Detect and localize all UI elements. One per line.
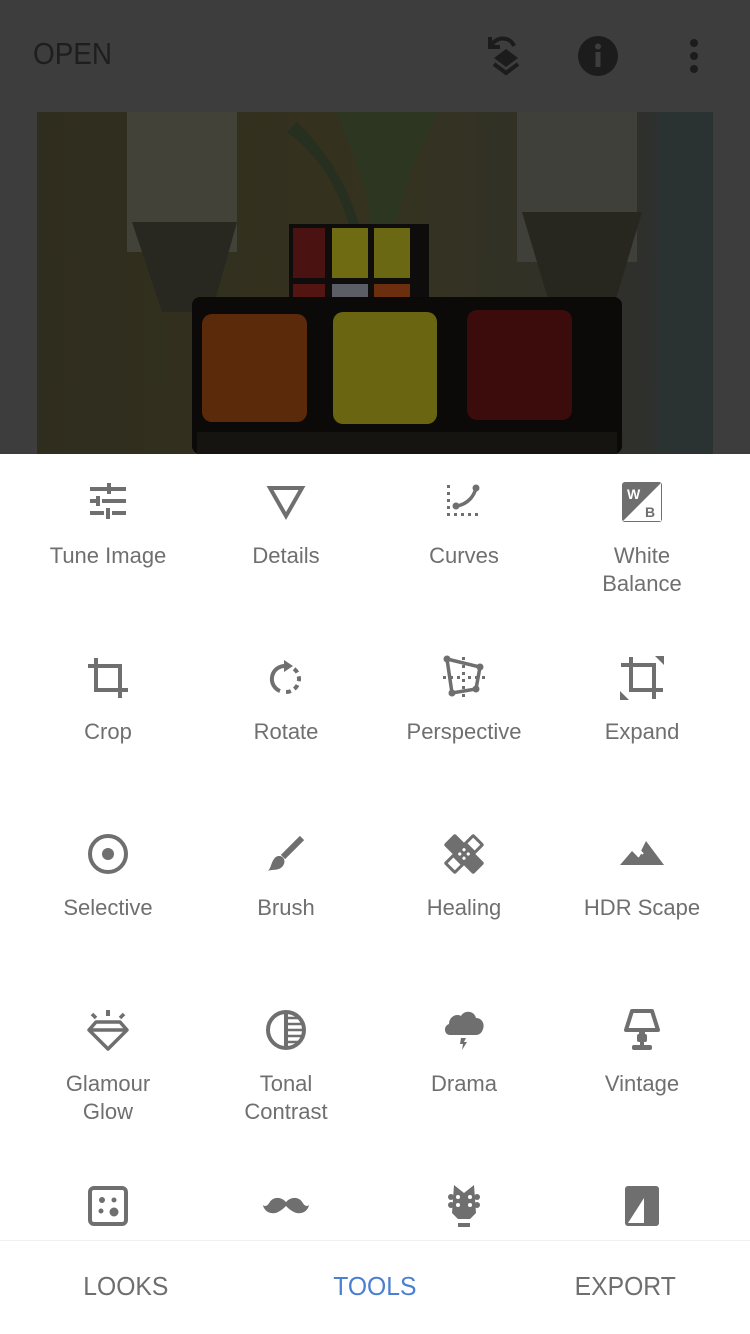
expand-icon <box>620 656 664 700</box>
tune-sliders-icon <box>90 483 126 519</box>
photo-content <box>37 112 713 454</box>
tab-looks[interactable]: LOOKS <box>83 1271 168 1302</box>
drama-cloud-icon <box>444 1011 484 1050</box>
tool-crop[interactable]: Crop <box>19 654 197 746</box>
tool-selective[interactable]: Selective <box>19 830 197 922</box>
tool-healing[interactable]: Healing <box>375 830 553 922</box>
tool-grainy-film[interactable] <box>19 1182 197 1230</box>
black-white-icon <box>625 1186 659 1226</box>
tool-label: White Balance <box>602 543 682 596</box>
tab-tools[interactable]: TOOLS <box>333 1271 416 1302</box>
glamour-diamond-icon <box>87 1010 129 1051</box>
retrolux-mustache-icon <box>262 1197 310 1214</box>
tool-tune-image[interactable]: Tune Image <box>19 478 197 570</box>
tool-vintage[interactable]: Vintage <box>553 1006 731 1098</box>
tool-label: Healing <box>426 895 502 920</box>
tool-label: Rotate <box>253 719 319 744</box>
tool-glamour-glow[interactable]: Glamour Glow <box>19 1006 197 1126</box>
tool-expand[interactable]: Expand <box>553 654 731 746</box>
details-triangle-icon <box>266 486 306 521</box>
tool-black-white[interactable] <box>553 1182 731 1230</box>
tool-label: Glamour Glow <box>65 1071 151 1124</box>
open-button[interactable]: OPEN <box>33 36 112 72</box>
tools-grid: Tune Image Details Curves W B White Bala… <box>0 454 750 1240</box>
tool-curves[interactable]: Curves <box>375 478 553 570</box>
grainy-film-icon <box>88 1186 128 1226</box>
photo-image[interactable] <box>37 112 713 454</box>
tool-drama[interactable]: Drama <box>375 1006 553 1098</box>
tool-label: Expand <box>604 719 680 744</box>
tool-white-balance[interactable]: W B White Balance <box>553 478 731 598</box>
undo-layers-button[interactable] <box>474 28 530 84</box>
bottom-nav: LOOKS TOOLS EXPORT <box>0 1240 750 1334</box>
brush-icon <box>268 835 305 871</box>
tool-label: Drama <box>430 1071 497 1096</box>
tool-details[interactable]: Details <box>197 478 375 570</box>
tool-label: Tune Image <box>49 543 167 568</box>
more-options-button[interactable] <box>666 28 722 84</box>
tab-export[interactable]: EXPORT <box>575 1271 676 1302</box>
rotate-icon <box>269 660 302 694</box>
undo-layers-icon <box>488 36 520 76</box>
tool-label: Tonal Contrast <box>244 1071 328 1124</box>
tool-perspective[interactable]: Perspective <box>375 654 553 746</box>
tool-label: Curves <box>429 543 499 568</box>
tool-brush[interactable]: Brush <box>197 830 375 922</box>
tool-label: Vintage <box>604 1071 680 1096</box>
curves-icon <box>447 484 480 516</box>
photo-area <box>0 112 750 454</box>
white-balance-icon: W B <box>622 482 662 522</box>
svg-text:W: W <box>627 486 641 502</box>
more-vert-icon <box>690 39 698 73</box>
tool-retrolux[interactable] <box>197 1182 375 1230</box>
tool-grunge[interactable] <box>375 1182 553 1230</box>
tool-label: Selective <box>63 895 153 920</box>
top-bar: OPEN <box>0 0 750 112</box>
svg-text:B: B <box>645 504 655 520</box>
tool-tonal-contrast[interactable]: Tonal Contrast <box>197 1006 375 1126</box>
hdr-mountain-icon <box>620 841 664 865</box>
info-icon <box>578 36 618 76</box>
tool-label: HDR Scape <box>583 895 701 920</box>
vintage-lamp-icon <box>624 1009 660 1050</box>
perspective-icon <box>443 655 485 697</box>
tool-label: Perspective <box>406 719 522 744</box>
tool-hdr-scape[interactable]: HDR Scape <box>553 830 731 922</box>
tool-label: Details <box>252 543 320 568</box>
tool-rotate[interactable]: Rotate <box>197 654 375 746</box>
crop-icon <box>88 658 128 698</box>
tool-label: Crop <box>84 719 132 744</box>
tonal-contrast-icon <box>266 1010 306 1050</box>
selective-icon <box>88 834 128 874</box>
grunge-guitar-icon <box>448 1185 480 1227</box>
healing-bandage-icon <box>444 834 484 874</box>
tool-label: Brush <box>257 895 315 920</box>
info-button[interactable] <box>570 28 626 84</box>
